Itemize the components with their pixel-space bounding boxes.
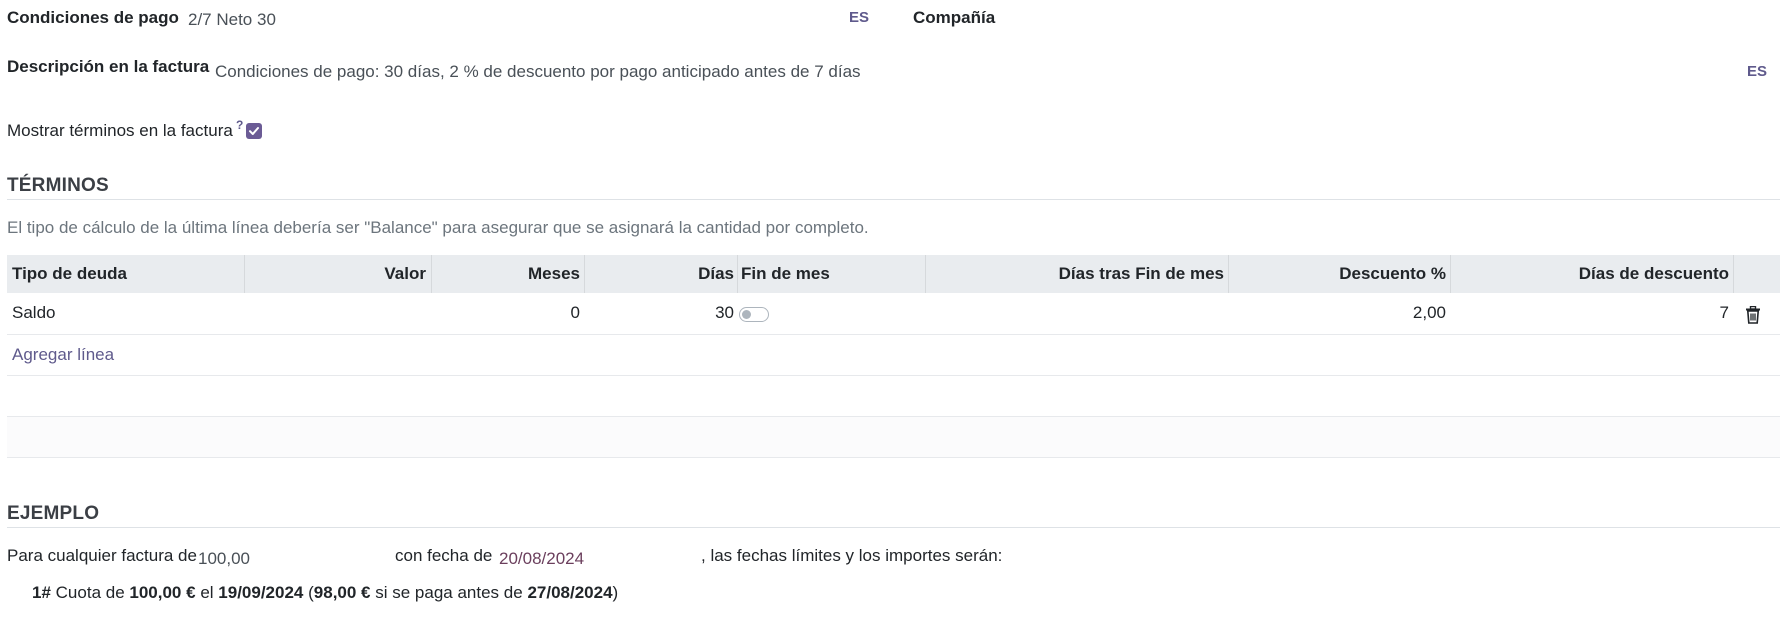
column-resizer[interactable] (1733, 255, 1734, 293)
discounted-amount: 98,00 € (313, 583, 371, 602)
col-meses[interactable]: Meses (434, 255, 580, 293)
installment-paren-close: ) (612, 583, 619, 602)
empty-row (7, 376, 1780, 417)
example-suffix: , las fechas límites y los importes será… (701, 546, 1003, 565)
divider (7, 199, 1780, 200)
cell-meses[interactable]: 0 (434, 293, 580, 333)
column-resizer[interactable] (925, 255, 926, 293)
show-terms-label: Mostrar términos en la factura (7, 121, 233, 140)
col-fin-de-mes[interactable]: Fin de mes (741, 255, 830, 293)
divider (7, 527, 1780, 528)
example-prefix: Para cualquier factura de (7, 546, 197, 565)
table-row[interactable]: Saldo 0 30 2,00 7 (7, 293, 1780, 335)
terms-table-header: Tipo de deuda Valor Meses Días Fin de me… (7, 255, 1780, 293)
installment-text: Cuota de (55, 583, 125, 602)
cell-tipo-de-deuda[interactable]: Saldo (12, 293, 55, 333)
example-section-title: EJEMPLO (7, 503, 100, 524)
payment-terms-lang-button[interactable]: ES (849, 9, 869, 26)
invoice-description-label: Descripción en la factura (7, 57, 210, 76)
column-resizer[interactable] (1228, 255, 1229, 293)
toggle-knob (742, 310, 751, 319)
add-line-row: Agregar línea (7, 335, 1780, 376)
column-resizer[interactable] (1450, 255, 1451, 293)
add-line-link[interactable]: Agregar línea (12, 335, 114, 375)
terms-section-title: TÉRMINOS (7, 175, 109, 196)
example-date-label: con fecha de (395, 546, 493, 565)
invoice-description-input[interactable]: Condiciones de pago: 30 días, 2 % de des… (215, 62, 861, 82)
empty-row (7, 417, 1780, 458)
example-installment-line: 1# Cuota de 100,00 € el 19/09/2024 (98,0… (32, 583, 618, 603)
terms-note: El tipo de cálculo de la última línea de… (7, 218, 869, 237)
col-valor[interactable]: Valor (247, 255, 426, 293)
column-resizer[interactable] (737, 255, 738, 293)
col-dias-de-descuento[interactable]: Días de descuento (1453, 255, 1729, 293)
col-descuento[interactable]: Descuento % (1231, 255, 1446, 293)
col-dias-tras-fin-de-mes[interactable]: Días tras Fin de mes (928, 255, 1224, 293)
installment-text: el (200, 583, 214, 602)
payment-terms-label: Condiciones de pago (7, 8, 179, 27)
invoice-description-lang-button[interactable]: ES (1747, 63, 1767, 80)
installment-number: 1# (32, 583, 51, 602)
help-tooltip-icon[interactable]: ? (236, 118, 243, 132)
column-resizer[interactable] (431, 255, 432, 293)
installment-due-date: 19/09/2024 (218, 583, 304, 602)
check-icon (249, 127, 259, 135)
installment-amount: 100,00 € (129, 583, 196, 602)
cell-dias[interactable]: 30 (587, 293, 734, 333)
example-amount-input[interactable]: 100,00 (198, 549, 250, 569)
cell-dias-de-descuento[interactable]: 7 (1453, 293, 1729, 333)
column-resizer[interactable] (584, 255, 585, 293)
fin-de-mes-toggle[interactable] (739, 307, 769, 322)
payment-terms-input[interactable]: 2/7 Neto 30 (188, 10, 276, 30)
installment-text: si se paga antes de (375, 583, 523, 602)
company-label: Compañía (913, 8, 996, 27)
col-dias[interactable]: Días (587, 255, 734, 293)
column-resizer[interactable] (244, 255, 245, 293)
trash-icon[interactable] (1745, 306, 1761, 324)
col-tipo-de-deuda[interactable]: Tipo de deuda (12, 255, 127, 293)
example-date-input[interactable]: 20/08/2024 (499, 549, 584, 569)
show-terms-checkbox[interactable] (246, 123, 262, 139)
discount-date: 27/08/2024 (527, 583, 613, 602)
cell-descuento[interactable]: 2,00 (1231, 293, 1446, 333)
